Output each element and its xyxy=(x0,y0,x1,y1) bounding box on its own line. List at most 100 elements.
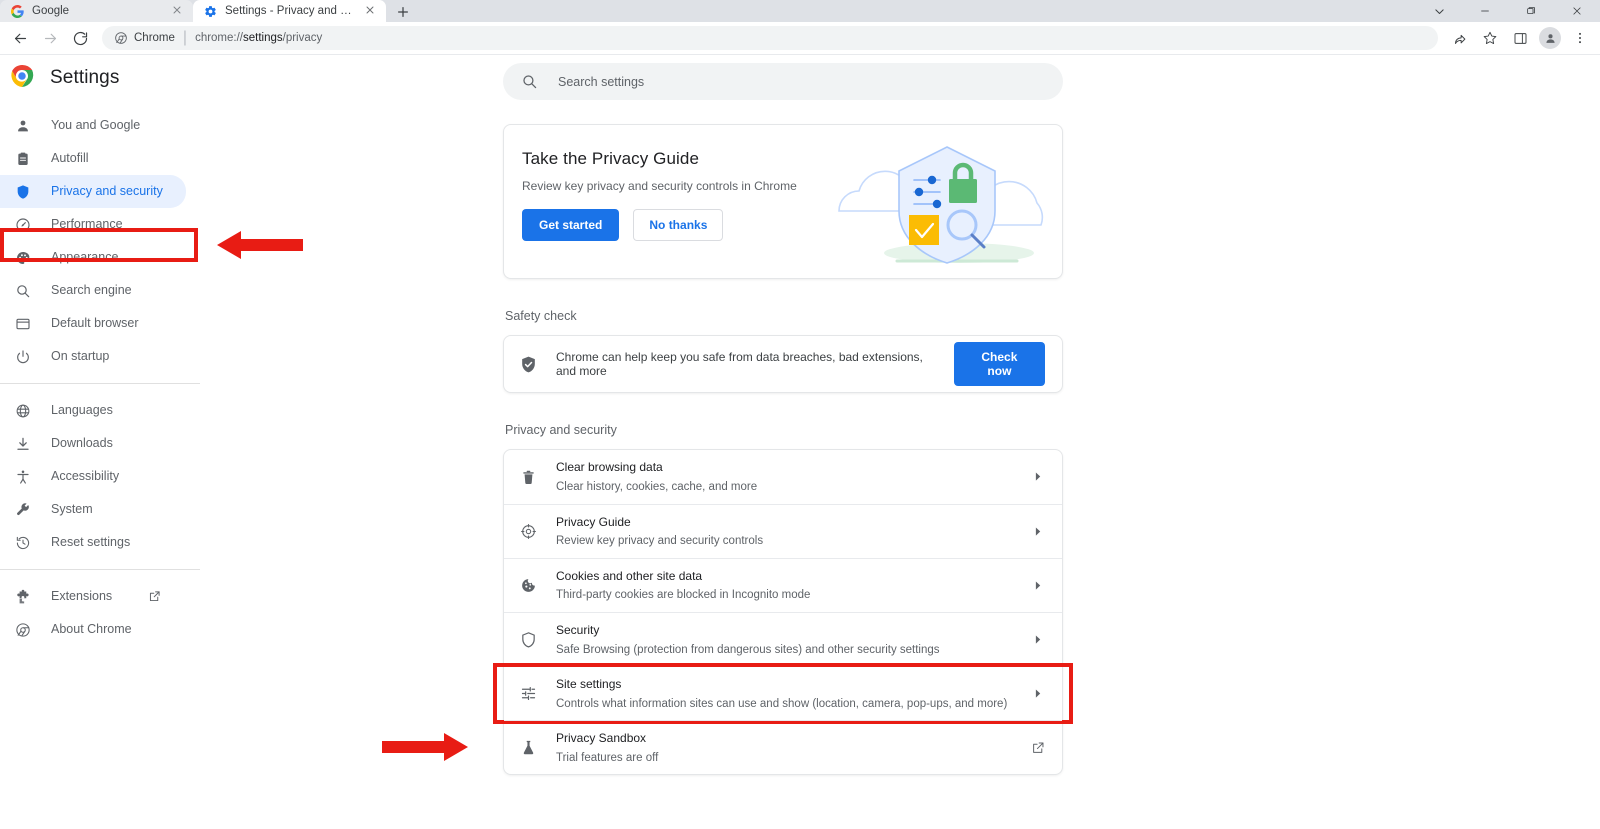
share-icon[interactable] xyxy=(1446,24,1474,52)
chevron-right-icon[interactable] xyxy=(1031,579,1045,593)
sidebar-item-system[interactable]: System xyxy=(0,493,186,526)
row-subtitle: Review key privacy and security controls xyxy=(556,535,764,548)
close-icon[interactable] xyxy=(171,4,185,18)
profile-avatar-icon[interactable] xyxy=(1536,24,1564,52)
sidebar-item-extensions[interactable]: Extensions xyxy=(0,580,186,613)
sidebar-item-privacy-and-security[interactable]: Privacy and security xyxy=(0,175,186,208)
nav-group-primary: You and Google Autofill Privacy and secu… xyxy=(0,101,200,373)
settings-shell: Settings You and Google Autofill Privacy… xyxy=(0,55,1600,829)
sidebar-item-on-startup[interactable]: On startup xyxy=(0,340,186,373)
sidebar-item-downloads[interactable]: Downloads xyxy=(0,427,186,460)
sidebar-item-autofill[interactable]: Autofill xyxy=(0,142,186,175)
sidebar-item-about-chrome[interactable]: About Chrome xyxy=(0,613,186,646)
nav-group-tertiary: Extensions About Chrome xyxy=(0,580,200,646)
sidebar-item-label: Downloads xyxy=(51,436,113,451)
flask-icon xyxy=(519,738,538,757)
sliders-icon xyxy=(519,684,538,703)
external-link-icon xyxy=(148,590,161,603)
side-panel-icon[interactable] xyxy=(1506,24,1534,52)
no-thanks-button[interactable]: No thanks xyxy=(633,209,724,241)
chevron-right-icon[interactable] xyxy=(1031,633,1045,647)
row-privacy-guide[interactable]: Privacy Guide Review key privacy and sec… xyxy=(504,504,1062,558)
sidebar-item-default-browser[interactable]: Default browser xyxy=(0,307,186,340)
chrome-icon xyxy=(10,64,34,93)
address-bar[interactable]: Chrome | chrome://settings/privacy xyxy=(102,26,1438,50)
sidebar-item-label: Accessibility xyxy=(51,469,120,484)
search-input[interactable] xyxy=(558,74,1045,89)
row-privacy-sandbox[interactable]: Privacy Sandbox Trial features are off xyxy=(504,720,1062,774)
globe-icon xyxy=(14,402,31,419)
forward-button[interactable] xyxy=(36,24,64,52)
search-icon xyxy=(521,73,538,90)
row-texts: Security Safe Browsing (protection from … xyxy=(556,613,1013,666)
magnifier-icon xyxy=(14,282,31,299)
sidebar-item-label: Default browser xyxy=(51,316,139,331)
search-settings-bar[interactable] xyxy=(503,63,1063,100)
search-row xyxy=(200,55,1600,100)
safety-check-section-title: Safety check xyxy=(505,309,577,323)
check-now-button[interactable]: Check now xyxy=(953,342,1045,386)
power-icon xyxy=(14,348,31,365)
row-texts: Privacy Guide Review key privacy and sec… xyxy=(556,505,1013,558)
chevron-right-icon[interactable] xyxy=(1031,525,1045,539)
sidebar-item-label: System xyxy=(51,502,93,517)
sidebar-item-you-and-google[interactable]: You and Google xyxy=(0,109,186,142)
bookmark-star-icon[interactable] xyxy=(1476,24,1504,52)
sidebar-item-reset-settings[interactable]: Reset settings xyxy=(0,526,186,559)
sidebar-item-label: Performance xyxy=(51,217,123,232)
omnibox-url: chrome://settings/privacy xyxy=(195,32,323,44)
external-link-icon[interactable] xyxy=(1031,741,1045,755)
row-texts: Site settings Controls what information … xyxy=(556,667,1013,720)
row-site-settings[interactable]: Site settings Controls what information … xyxy=(493,663,1073,725)
sidebar-divider-2 xyxy=(0,569,200,570)
sidebar-item-performance[interactable]: Performance xyxy=(0,208,186,241)
maximize-button[interactable] xyxy=(1508,0,1554,22)
new-tab-button[interactable] xyxy=(390,2,416,22)
row-clear-browsing-data[interactable]: Clear browsing data Clear history, cooki… xyxy=(504,450,1062,504)
nav-group-secondary: Languages Downloads Accessibility System… xyxy=(0,394,200,559)
sidebar-item-accessibility[interactable]: Accessibility xyxy=(0,460,186,493)
row-title: Security xyxy=(556,623,600,638)
settings-gear-icon xyxy=(203,4,217,18)
chevron-right-icon[interactable] xyxy=(1031,470,1045,484)
browser-window-icon xyxy=(14,315,31,332)
row-title: Privacy Guide xyxy=(556,515,631,529)
shield-check-icon xyxy=(519,355,538,374)
page-title: Settings xyxy=(50,67,120,88)
minimize-button[interactable] xyxy=(1462,0,1508,22)
row-texts: Cookies and other site data Third-party … xyxy=(556,559,1013,612)
sidebar-divider-1 xyxy=(0,383,200,384)
reload-button[interactable] xyxy=(66,24,94,52)
sidebar-item-label: Reset settings xyxy=(51,535,131,550)
row-cookies-and-other-site-data[interactable]: Cookies and other site data Third-party … xyxy=(504,558,1062,612)
safety-check-card: Chrome can help keep you safe from data … xyxy=(503,335,1063,393)
close-button[interactable] xyxy=(1554,0,1600,22)
row-subtitle: Third-party cookies are blocked in Incog… xyxy=(556,589,811,602)
sidebar-item-languages[interactable]: Languages xyxy=(0,394,186,427)
sidebar-item-label: Languages xyxy=(51,403,113,418)
wrench-icon xyxy=(14,501,31,518)
accessibility-icon xyxy=(14,468,31,485)
tab-search-button[interactable] xyxy=(1416,0,1462,22)
row-security[interactable]: Security Safe Browsing (protection from … xyxy=(504,612,1062,666)
chevron-right-icon[interactable] xyxy=(1031,687,1045,701)
sidebar-item-appearance[interactable]: Appearance xyxy=(0,241,186,274)
chrome-chip-label: Chrome xyxy=(134,32,175,44)
row-title: Cookies and other site data xyxy=(556,569,703,584)
download-icon xyxy=(14,435,31,452)
close-icon[interactable] xyxy=(364,4,378,18)
tab-google[interactable]: Google xyxy=(0,0,193,22)
settings-brand: Settings xyxy=(0,55,200,101)
get-started-button[interactable]: Get started xyxy=(522,209,620,241)
back-button[interactable] xyxy=(6,24,34,52)
browser-toolbar: Chrome | chrome://settings/privacy xyxy=(0,22,1600,55)
chrome-menu-icon[interactable] xyxy=(1566,24,1594,52)
row-title: Clear browsing data xyxy=(556,460,663,475)
arrow-pointing-to-site-settings xyxy=(380,729,470,765)
safety-check-row: Chrome can help keep you safe from data … xyxy=(504,336,1062,392)
settings-sidebar: Settings You and Google Autofill Privacy… xyxy=(0,55,303,829)
tab-settings-privacy-and-security[interactable]: Settings - Privacy and security xyxy=(193,0,386,22)
sidebar-item-label: Appearance xyxy=(51,250,119,265)
sidebar-item-search-engine[interactable]: Search engine xyxy=(0,274,186,307)
sidebar-item-label: Autofill xyxy=(51,151,89,166)
